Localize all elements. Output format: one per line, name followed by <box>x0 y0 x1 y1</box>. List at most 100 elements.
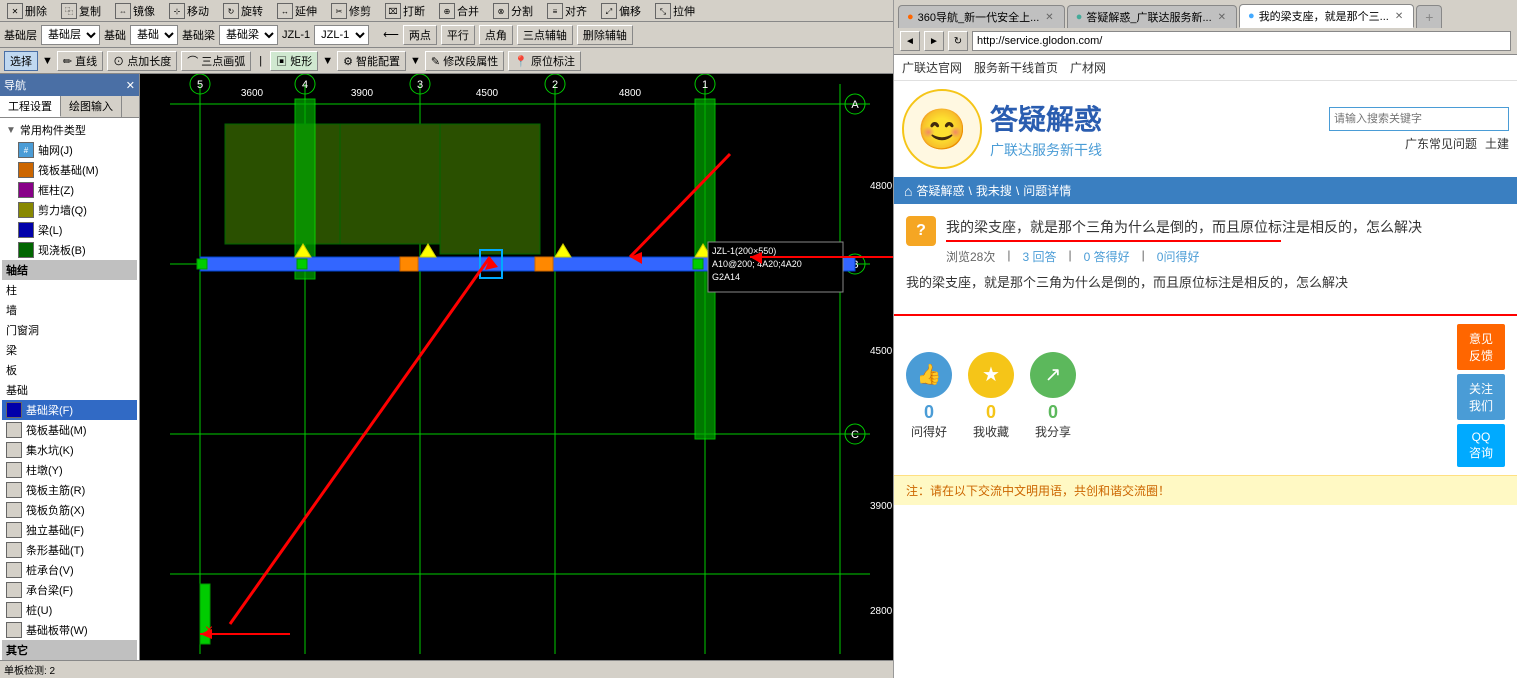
tree-item-label: 桩承台(V) <box>26 562 74 578</box>
three-arc-btn[interactable]: ⌒ 三点画弧 <box>181 51 251 71</box>
tree-item-foundation[interactable]: 基础 <box>2 380 137 400</box>
tree-item-common[interactable]: ▼ 常用构件类型 <box>2 120 137 140</box>
search-input[interactable] <box>1329 107 1509 131</box>
breadcrumb-detail[interactable]: 问题详情 <box>1023 182 1071 199</box>
rect-btn[interactable]: ▣ 矩形 <box>270 51 318 71</box>
tree-item-col[interactable]: 框柱(Z) <box>2 180 137 200</box>
address-input[interactable] <box>972 31 1511 51</box>
back-btn[interactable]: ◄ <box>900 31 920 51</box>
move-btn[interactable]: ⊹ 移动 <box>166 2 212 20</box>
tree-item-pit[interactable]: 集水坑(K) <box>2 440 137 460</box>
tree-item-wall[interactable]: 剪力墙(Q) <box>2 200 137 220</box>
tree-item-beam2[interactable]: 梁 <box>2 340 137 360</box>
delete-axis-btn[interactable]: 删除辅轴 <box>577 25 633 45</box>
three-point-axis-btn[interactable]: 三点辅轴 <box>517 25 573 45</box>
nav-link-official[interactable]: 广联达官网 <box>902 59 962 76</box>
fbeam-icon <box>6 402 22 418</box>
tree-item-door[interactable]: 门窗洞 <box>2 320 137 340</box>
tab-qa[interactable]: ● 答疑解惑_广联达服务新... ✕ <box>1067 5 1237 28</box>
two-point-btn[interactable]: 两点 <box>403 25 437 45</box>
rotate-btn[interactable]: ↻ 旋转 <box>220 2 266 20</box>
cad-svg: 5 4 3 2 1 A B C 3600 3900 4500 <box>140 74 893 660</box>
tree-item-capbeam[interactable]: 柱墩(Y) <box>2 460 137 480</box>
mirror-btn[interactable]: ⇔ 镜像 <box>112 2 158 20</box>
modify-prop-btn[interactable]: ✎ 修改段属性 <box>425 51 504 71</box>
svg-text:4500: 4500 <box>870 346 893 357</box>
merge-btn[interactable]: ⊕ 合并 <box>436 2 482 20</box>
tree-item-beam[interactable]: 梁(L) <box>2 220 137 240</box>
stretch-btn[interactable]: ⤡ 拉伸 <box>652 2 698 20</box>
raft-icon <box>6 422 22 438</box>
tree-item-slab[interactable]: 现浇板(B) <box>2 240 137 260</box>
line-btn[interactable]: ✏ 直线 <box>57 51 103 71</box>
copy-btn[interactable]: ⿻ 复制 <box>58 2 104 20</box>
tree-item-label: 基础梁(F) <box>26 402 73 418</box>
tree-item-pile-cap[interactable]: 桩承台(V) <box>2 560 137 580</box>
nav-link-home[interactable]: 服务新干线首页 <box>974 59 1058 76</box>
share-btn[interactable]: ↗ 0 我分享 <box>1030 352 1076 440</box>
tree-item-raft-main[interactable]: 筏板主筋(R) <box>2 480 137 500</box>
collect-count: 0 <box>973 402 1009 423</box>
qq-btn[interactable]: QQ咨询 <box>1457 424 1505 467</box>
useful-count[interactable]: 0问得好 <box>1157 248 1200 265</box>
tree-item-mat[interactable]: 筏板基础(M) <box>2 160 137 180</box>
tree-item-strip[interactable]: 条形基础(T) <box>2 540 137 560</box>
nav-link-materials[interactable]: 广材网 <box>1070 59 1106 76</box>
tab-question[interactable]: ● 我的梁支座，就是那个三... ✕ <box>1239 4 1414 28</box>
web-panel: ● 360导航_新一代安全上... ✕ ● 答疑解惑_广联达服务新... ✕ ●… <box>893 0 1517 678</box>
section-label: 轴结 <box>6 262 28 278</box>
tree-item-col2[interactable]: 柱 <box>2 280 137 300</box>
base-select[interactable]: 基础 <box>130 25 178 45</box>
extend-btn[interactable]: ↔ 延伸 <box>274 2 320 20</box>
share-label: 我分享 <box>1035 423 1071 440</box>
collect-btn[interactable]: ★ 0 我收藏 <box>968 352 1014 440</box>
tab-360[interactable]: ● 360导航_新一代安全上... ✕ <box>898 5 1065 28</box>
tree-item-slab-belt[interactable]: 基础板带(W) <box>2 620 137 640</box>
tree-item-pile[interactable]: 桩(U) <box>2 600 137 620</box>
good-btn[interactable]: 👍 0 问得好 <box>906 352 952 440</box>
tree-item-raft-neg[interactable]: 筏板负筋(X) <box>2 500 137 520</box>
tree-item-foundation-beam[interactable]: 基础梁(F) <box>2 400 137 420</box>
tree-item-axis[interactable]: # 轴网(J) <box>2 140 137 160</box>
tree-item-wall2[interactable]: 墙 <box>2 300 137 320</box>
refresh-btn[interactable]: ↻ <box>948 31 968 51</box>
tab-close-icon[interactable]: ✕ <box>1043 12 1055 23</box>
sidebar-close-icon[interactable]: ✕ <box>126 79 135 92</box>
answer-count[interactable]: 3 回答 <box>1022 248 1056 265</box>
parallel-btn[interactable]: 平行 <box>441 25 475 45</box>
breadcrumb-search[interactable]: 我未搜 <box>976 182 1012 199</box>
follow-btn[interactable]: 关注我们 <box>1457 374 1505 420</box>
tab-new[interactable]: + <box>1416 5 1442 28</box>
search-quick-link2[interactable]: 土建 <box>1485 135 1509 152</box>
tree-item-raft[interactable]: 筏板基础(M) <box>2 420 137 440</box>
smart-btn[interactable]: ⚙ 智能配置 <box>337 51 406 71</box>
tab-engineering[interactable]: 工程设置 <box>0 96 61 117</box>
align-btn[interactable]: ≡ 对齐 <box>544 2 590 20</box>
helpful-count[interactable]: 0 答得好 <box>1084 248 1130 265</box>
tree-item-cap-beam[interactable]: 承台梁(F) <box>2 580 137 600</box>
tab-close-icon[interactable]: ✕ <box>1393 11 1405 22</box>
break-btn[interactable]: ⌧ 打断 <box>382 2 428 20</box>
beam-select[interactable]: 基础梁 <box>219 25 278 45</box>
offset-btn[interactable]: ⤢ 偏移 <box>598 2 644 20</box>
layer-label: 基础层 <box>4 27 37 43</box>
trim-btn[interactable]: ✂ 修剪 <box>328 2 374 20</box>
jzl-select[interactable]: JZL-1 <box>314 25 369 45</box>
forward-btn[interactable]: ► <box>924 31 944 51</box>
select-btn[interactable]: 选择 <box>4 51 38 71</box>
point-angle-btn[interactable]: 点角 <box>479 25 513 45</box>
origin-mark-btn[interactable]: 📍 原位标注 <box>508 51 581 71</box>
tab-drawing[interactable]: 绘图输入 <box>61 96 122 117</box>
split-btn[interactable]: ⊗ 分割 <box>490 2 536 20</box>
layer-select[interactable]: 基础层 <box>41 25 100 45</box>
tree-item-isolated[interactable]: 独立基础(F) <box>2 520 137 540</box>
tree-item-label: 集水坑(K) <box>26 442 74 458</box>
feedback-btn[interactable]: 意见反馈 <box>1457 324 1505 370</box>
tree-item-slab2[interactable]: 板 <box>2 360 137 380</box>
cad-drawing[interactable]: 5 4 3 2 1 A B C 3600 3900 4500 <box>140 74 893 660</box>
breadcrumb-qa[interactable]: 答疑解惑 <box>916 182 964 199</box>
delete-btn[interactable]: ✕ 删除 <box>4 2 50 20</box>
tab-close-icon[interactable]: ✕ <box>1216 12 1228 23</box>
add-length-btn[interactable]: ⊙ 点加长度 <box>107 51 177 71</box>
search-quick-link1[interactable]: 广东常见问题 <box>1405 135 1477 152</box>
